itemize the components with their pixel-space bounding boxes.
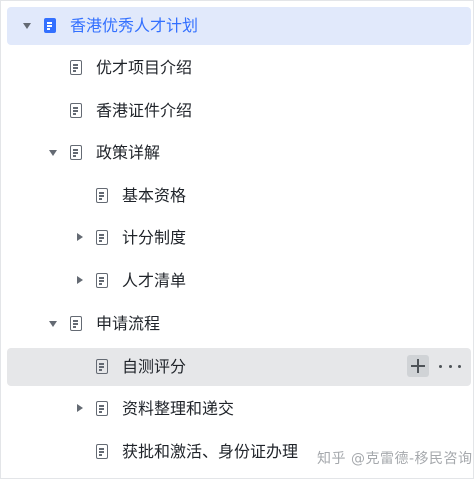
caret-right-icon[interactable] xyxy=(77,404,83,412)
document-icon xyxy=(70,103,82,118)
tree-item-hovered[interactable]: 自测评分 xyxy=(7,348,471,386)
document-icon xyxy=(96,401,108,416)
document-icon xyxy=(70,316,82,331)
tree-item-label: 政策详解 xyxy=(96,143,161,162)
caret-down-icon[interactable] xyxy=(49,150,57,156)
tree-item-label: 计分制度 xyxy=(122,228,187,247)
tree-item[interactable]: 政策详解 xyxy=(7,134,471,172)
document-icon xyxy=(70,60,82,75)
tree-item-label: 自测评分 xyxy=(122,357,187,376)
tree-item[interactable]: 申请流程 xyxy=(7,305,471,343)
tree-item-label: 资料整理和递交 xyxy=(122,399,235,418)
tree-item[interactable]: 人才清单 xyxy=(7,262,471,300)
caret-right-icon[interactable] xyxy=(77,276,83,284)
document-icon xyxy=(70,145,82,160)
document-icon xyxy=(96,230,108,245)
document-tree-panel: 香港优秀人才计划 优才项目介绍 香港证件介绍 政策详解 基本资格 计分制度 人才… xyxy=(0,0,474,479)
caret-right-icon[interactable] xyxy=(77,233,83,241)
document-icon xyxy=(44,18,56,33)
tree-item-label: 香港证件介绍 xyxy=(96,101,193,120)
document-icon xyxy=(96,273,108,288)
tree-item-label: 人才清单 xyxy=(122,271,187,290)
tree-item[interactable]: 资料整理和递交 xyxy=(7,390,471,428)
document-icon xyxy=(96,444,108,459)
more-options-button[interactable] xyxy=(439,355,461,377)
document-icon xyxy=(96,359,108,374)
tree-item-label: 优才项目介绍 xyxy=(96,58,193,77)
tree-item-label: 香港优秀人才计划 xyxy=(70,16,199,35)
watermark: 知乎 @克雷德-移民咨询 xyxy=(317,451,473,467)
tree-item-label: 申请流程 xyxy=(96,314,161,333)
add-subpage-button[interactable] xyxy=(407,355,429,377)
tree-item-label: 基本资格 xyxy=(122,186,187,205)
caret-down-icon[interactable] xyxy=(49,321,57,327)
caret-down-icon[interactable] xyxy=(23,23,31,29)
tree-item[interactable]: 优才项目介绍 xyxy=(7,49,471,87)
tree-item[interactable]: 基本资格 xyxy=(7,177,471,215)
tree-item[interactable]: 计分制度 xyxy=(7,219,471,257)
tree-item-root[interactable]: 香港优秀人才计划 xyxy=(7,7,471,45)
tree-item-label: 获批和激活、身份证办理 xyxy=(122,442,299,461)
tree-item[interactable]: 香港证件介绍 xyxy=(7,92,471,130)
document-icon xyxy=(96,188,108,203)
